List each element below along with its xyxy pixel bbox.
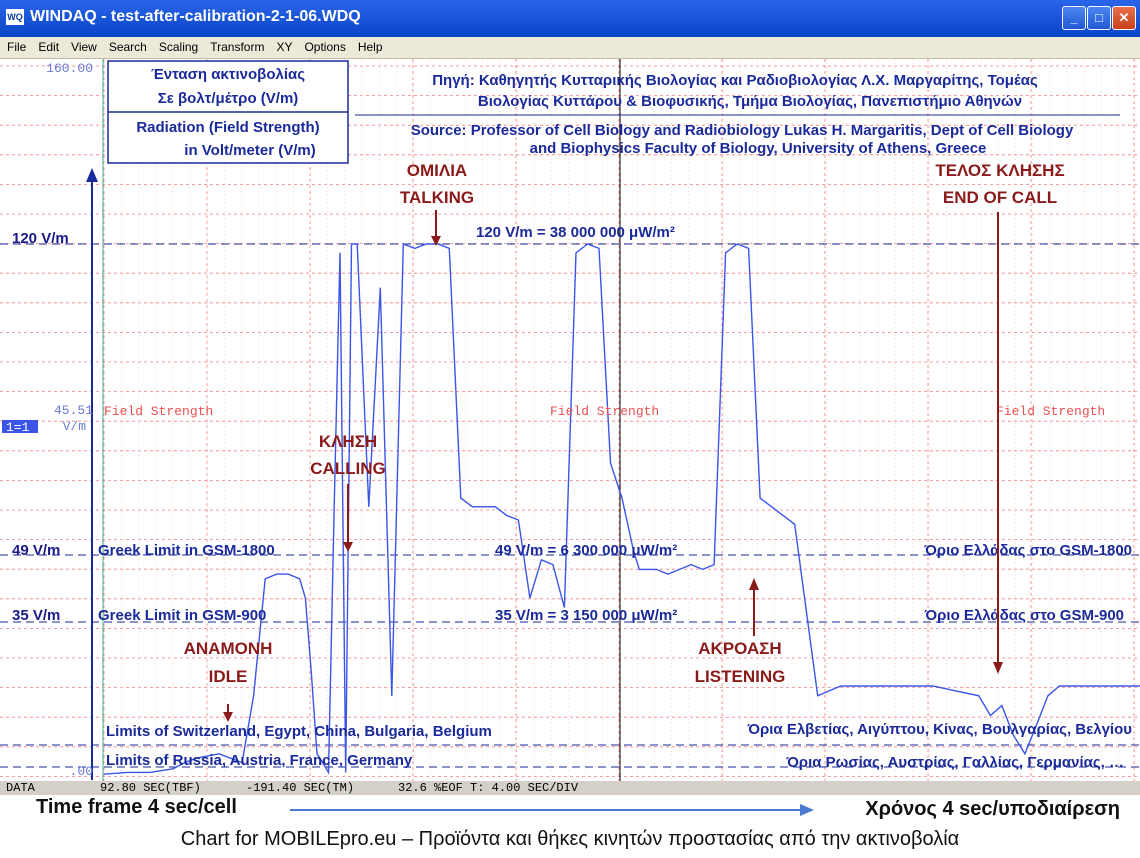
russia-limits-left: Limits of Russia, Austria, France, Germa…	[106, 752, 413, 769]
axis-unit: V/m	[63, 419, 87, 434]
level-35-right: Όριο Ελλάδας στο GSM-900	[924, 607, 1124, 624]
close-button[interactable]: ✕	[1112, 6, 1136, 30]
maximize-button[interactable]: □	[1087, 6, 1111, 30]
phase-calling-gr: ΚΛΗΣΗ	[319, 432, 377, 451]
phase-listening-gr: ΑΚΡΟΑΣΗ	[698, 639, 781, 658]
minimize-button[interactable]: _	[1062, 6, 1086, 30]
menu-search[interactable]: Search	[104, 37, 152, 57]
menu-bar: File Edit View Search Scaling Transform XY Opti…	[0, 37, 1140, 59]
level-120-label: 120 V/m	[12, 230, 69, 247]
timeframe-arrow	[290, 804, 814, 816]
menu-help[interactable]: Help	[353, 37, 388, 57]
windaq-app-icon[interactable]: WQ	[6, 9, 24, 25]
status-tbf: 92.80 SEC(TBF)	[100, 781, 201, 795]
phase-end-en: END OF CALL	[943, 188, 1057, 207]
swiss-limits-right: Όρια Ελβετίας, Αιγύπτου, Κίνας, Βουλγαρί…	[747, 721, 1133, 738]
phase-end-gr: ΤΕΛΟΣ ΚΛΗΣΗΣ	[935, 161, 1064, 180]
menu-xy[interactable]: XY	[271, 37, 297, 57]
menu-edit[interactable]: Edit	[33, 37, 64, 57]
level-49-left: Greek Limit in GSM-1800	[98, 542, 275, 559]
channel-label-2: Field Strength	[550, 404, 659, 419]
status-bar: DATA 92.80 SEC(TBF) -191.40 SEC(TM) 32.6…	[0, 781, 1140, 795]
russia-limits-right: Όρια Ρωσίας, Αυστρίας, Γαλλίας, Γερμανία…	[785, 754, 1124, 771]
window-title: WINDAQ - test-after-calibration-2-1-06.W…	[30, 8, 361, 25]
channel-tag: 1=1	[6, 420, 30, 435]
axis-mid-value: 45.51	[54, 403, 93, 418]
timeframe-left: Time frame 4 sec/cell	[36, 796, 237, 818]
phase-talking-gr: ΟΜΙΛΙΑ	[407, 161, 467, 180]
level-49-right: Όριο Ελλάδας στο GSM-1800	[923, 542, 1132, 559]
phase-calling-en: CALLING	[310, 459, 386, 478]
phase-talking-en: TALKING	[400, 188, 474, 207]
axis-top-value: 160.00	[46, 61, 93, 76]
source-en-line2: and Biophysics Faculty of Biology, Unive…	[530, 140, 987, 157]
timeframe-right: Χρόνος 4 sec/υποδιαίρεση	[865, 798, 1120, 820]
phase-listening-en: LISTENING	[695, 667, 786, 686]
level-35-label: 35 V/m	[12, 607, 60, 624]
legend-en-line2: in Volt/meter (V/m)	[184, 142, 315, 159]
channel-label-3: Field Strength	[996, 404, 1105, 419]
source-gr-line1: Πηγή: Καθηγητής Κυτταρικής Βιολογίας και…	[432, 72, 1038, 89]
status-tm: -191.40 SEC(TM)	[246, 781, 355, 795]
menu-file[interactable]: File	[2, 37, 31, 57]
menu-transform[interactable]: Transform	[205, 37, 269, 57]
legend-gr-line2: Σε βολτ/μέτρο (V/m)	[158, 90, 299, 107]
menu-view[interactable]: View	[66, 37, 102, 57]
phase-idle-en: IDLE	[209, 667, 248, 686]
menu-scaling[interactable]: Scaling	[154, 37, 203, 57]
source-gr-line2: Βιολογίας Κυττάρου & Βιοφυσικής, Τμήμα Β…	[478, 93, 1022, 110]
source-en-line1: Source: Professor of Cell Biology and Ra…	[411, 122, 1074, 139]
menu-options[interactable]: Options	[299, 37, 350, 57]
status-eof: 32.6 %EOF T: 4.00 SEC/DIV	[398, 781, 579, 795]
waveform-chart[interactable]: 160.00 .00 45.51 V/m 1=1 Field Strength …	[0, 59, 1140, 781]
phase-idle-gr: ΑΝΑΜΟΝΗ	[184, 639, 273, 658]
level-35-left: Greek Limit in GSM-900	[98, 607, 266, 624]
status-data: DATA	[6, 781, 35, 795]
level-49-center: 49 V/m = 6 300 000 μW/m²	[495, 542, 677, 559]
window-titlebar: WQ WINDAQ - test-after-calibration-2-1-0…	[0, 0, 1140, 37]
level-120-center: 120 V/m = 38 000 000 μW/m²	[476, 224, 675, 241]
level-49-label: 49 V/m	[12, 542, 60, 559]
level-35-center: 35 V/m = 3 150 000 μW/m²	[495, 607, 677, 624]
channel-label-1: Field Strength	[104, 404, 213, 419]
legend-gr-line1: Ένταση ακτινοβολίας	[151, 66, 305, 83]
legend-en-line1: Radiation (Field Strength)	[136, 119, 319, 136]
axis-bottom-value: .00	[70, 764, 93, 779]
swiss-limits-left: Limits of Switzerland, Egypt, China, Bul…	[106, 723, 492, 740]
footer-caption: Chart for MOBILEpro.eu – Προϊόντα και θή…	[180, 828, 960, 850]
